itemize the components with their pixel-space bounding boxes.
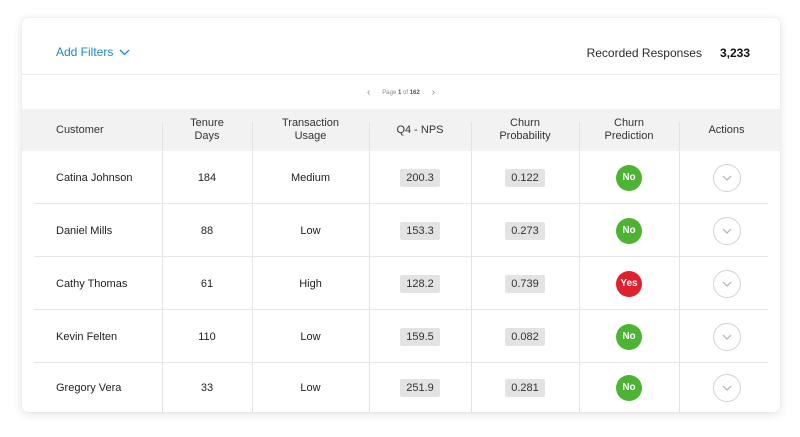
- nps-value: 251.9: [400, 378, 440, 397]
- column-pred-label: Churn Prediction: [605, 117, 654, 143]
- table-row[interactable]: Kevin Felten 110 Low 159.5 0.082 No: [22, 310, 780, 363]
- transaction-usage: Low: [300, 381, 321, 394]
- probability-cell: 0.122: [471, 151, 579, 204]
- nps-cell: 159.5: [369, 310, 471, 363]
- pagination-text: Page 1 of 162: [382, 90, 419, 96]
- add-filters-label: Add Filters: [56, 45, 114, 59]
- table-row[interactable]: Cathy Thomas 61 High 128.2 0.739 Yes: [22, 257, 780, 310]
- chevron-left-icon[interactable]: ‹: [363, 87, 374, 98]
- table-row[interactable]: Gregory Vera 33 Low 251.9 0.281 No: [22, 363, 780, 412]
- nps-cell: 200.3: [369, 151, 471, 204]
- column-usage-line2: Usage: [294, 130, 327, 142]
- chevron-down-circle-icon[interactable]: [712, 269, 741, 298]
- column-pred-line1: Churn: [614, 117, 644, 129]
- customer-name: Cathy Thomas: [56, 277, 128, 290]
- column-customer-label: Customer: [56, 123, 104, 136]
- chevron-down-icon: [119, 49, 130, 56]
- add-filters-button[interactable]: Add Filters: [56, 45, 130, 59]
- probability-cell: 0.082: [471, 310, 579, 363]
- recorded-responses-count: 3,233: [719, 46, 750, 60]
- column-q4-nps[interactable]: Q4 - NPS: [369, 109, 471, 151]
- column-tenure-days[interactable]: Tenure Days: [162, 109, 252, 151]
- recorded-responses-label: Recorded Responses: [586, 46, 702, 60]
- churn-prediction-badge: No: [616, 164, 642, 191]
- churn-prediction-badge: No: [616, 374, 642, 401]
- churn-probability-value: 0.273: [505, 221, 545, 240]
- nps-value: 153.3: [400, 221, 440, 240]
- column-transaction-usage[interactable]: Transaction Usage: [252, 109, 369, 151]
- chevron-right-icon[interactable]: ›: [428, 87, 439, 98]
- prediction-cell: No: [579, 204, 679, 257]
- churn-probability-value: 0.281: [505, 378, 545, 397]
- column-pred-line2: Prediction: [604, 130, 654, 142]
- column-actions-label: Actions: [708, 123, 745, 136]
- customer-name: Gregory Vera: [56, 381, 122, 394]
- transaction-usage: Low: [300, 330, 321, 343]
- tenure-days: 61: [200, 277, 214, 290]
- pagination-prefix: Page: [382, 89, 397, 96]
- column-usage-line1: Transaction: [281, 117, 340, 129]
- churn-probability-value: 0.082: [505, 327, 545, 346]
- actions-cell: [679, 204, 774, 257]
- column-prob-line2: Probability: [499, 130, 551, 142]
- pagination: ‹ Page 1 of 162 ›: [22, 76, 780, 109]
- column-usage-label: Transaction Usage: [282, 117, 339, 143]
- chevron-down-circle-icon[interactable]: [712, 163, 741, 192]
- customer-churn-card: Add Filters Recorded Responses 3,233 ‹ P…: [22, 18, 780, 412]
- probability-cell: 0.273: [471, 204, 579, 257]
- toolbar: Add Filters Recorded Responses 3,233: [22, 18, 780, 75]
- chevron-down-circle-icon[interactable]: [712, 373, 741, 402]
- column-nps-label: Q4 - NPS: [396, 123, 444, 136]
- column-actions: Actions: [679, 109, 774, 151]
- tenure-days: 110: [198, 330, 216, 343]
- actions-cell: [679, 257, 774, 310]
- pagination-of: of: [403, 89, 409, 96]
- nps-cell: 128.2: [369, 257, 471, 310]
- transaction-usage: High: [299, 277, 322, 290]
- recorded-responses: Recorded Responses 3,233: [587, 46, 750, 60]
- nps-value: 159.5: [400, 327, 440, 346]
- churn-prediction-badge: No: [616, 217, 642, 244]
- column-churn-probability[interactable]: Churn Probability: [471, 109, 579, 151]
- column-tenure-line1: Tenure: [190, 117, 224, 129]
- column-tenure-line2: Days: [194, 130, 220, 142]
- column-prob-label: Churn Probability: [499, 117, 550, 143]
- nps-cell: 251.9: [369, 363, 471, 412]
- churn-prediction-badge: No: [616, 323, 642, 350]
- column-prob-line1: Churn: [510, 117, 540, 129]
- nps-cell: 153.3: [369, 204, 471, 257]
- column-churn-prediction[interactable]: Churn Prediction: [579, 109, 679, 151]
- churn-prediction-badge: Yes: [616, 270, 642, 297]
- tenure-days: 184: [197, 171, 217, 184]
- actions-cell: [679, 363, 774, 412]
- churn-probability-value: 0.739: [505, 274, 545, 293]
- table-header: Customer Tenure Days Transaction Usage Q4 …: [22, 109, 780, 151]
- probability-cell: 0.739: [471, 257, 579, 310]
- tenure-days: 88: [200, 224, 214, 237]
- prediction-cell: No: [579, 310, 679, 363]
- churn-probability-value: 0.122: [505, 168, 545, 187]
- nps-value: 200.3: [400, 168, 440, 187]
- pagination-current: 1: [397, 89, 402, 96]
- chevron-down-circle-icon[interactable]: [712, 322, 741, 351]
- actions-cell: [679, 310, 774, 363]
- prediction-cell: No: [579, 363, 679, 412]
- customer-name: Daniel Mills: [56, 224, 113, 237]
- probability-cell: 0.281: [471, 363, 579, 412]
- transaction-usage: Medium: [290, 171, 331, 184]
- tenure-days: 33: [200, 381, 214, 394]
- column-customer[interactable]: Customer: [56, 109, 156, 151]
- column-tenure-days-label: Tenure Days: [190, 117, 224, 143]
- prediction-cell: No: [579, 151, 679, 204]
- customer-name: Catina Johnson: [56, 171, 133, 184]
- nps-value: 128.2: [400, 274, 440, 293]
- actions-cell: [679, 151, 774, 204]
- table-row[interactable]: Catina Johnson 184 Medium 200.3 0.122 No: [22, 151, 780, 204]
- chevron-down-circle-icon[interactable]: [712, 216, 741, 245]
- pagination-total: 162: [409, 89, 420, 96]
- transaction-usage: Low: [300, 224, 321, 237]
- customer-name: Kevin Felten: [56, 330, 118, 343]
- table-row[interactable]: Daniel Mills 88 Low 153.3 0.273 No: [22, 204, 780, 257]
- prediction-cell: Yes: [579, 257, 679, 310]
